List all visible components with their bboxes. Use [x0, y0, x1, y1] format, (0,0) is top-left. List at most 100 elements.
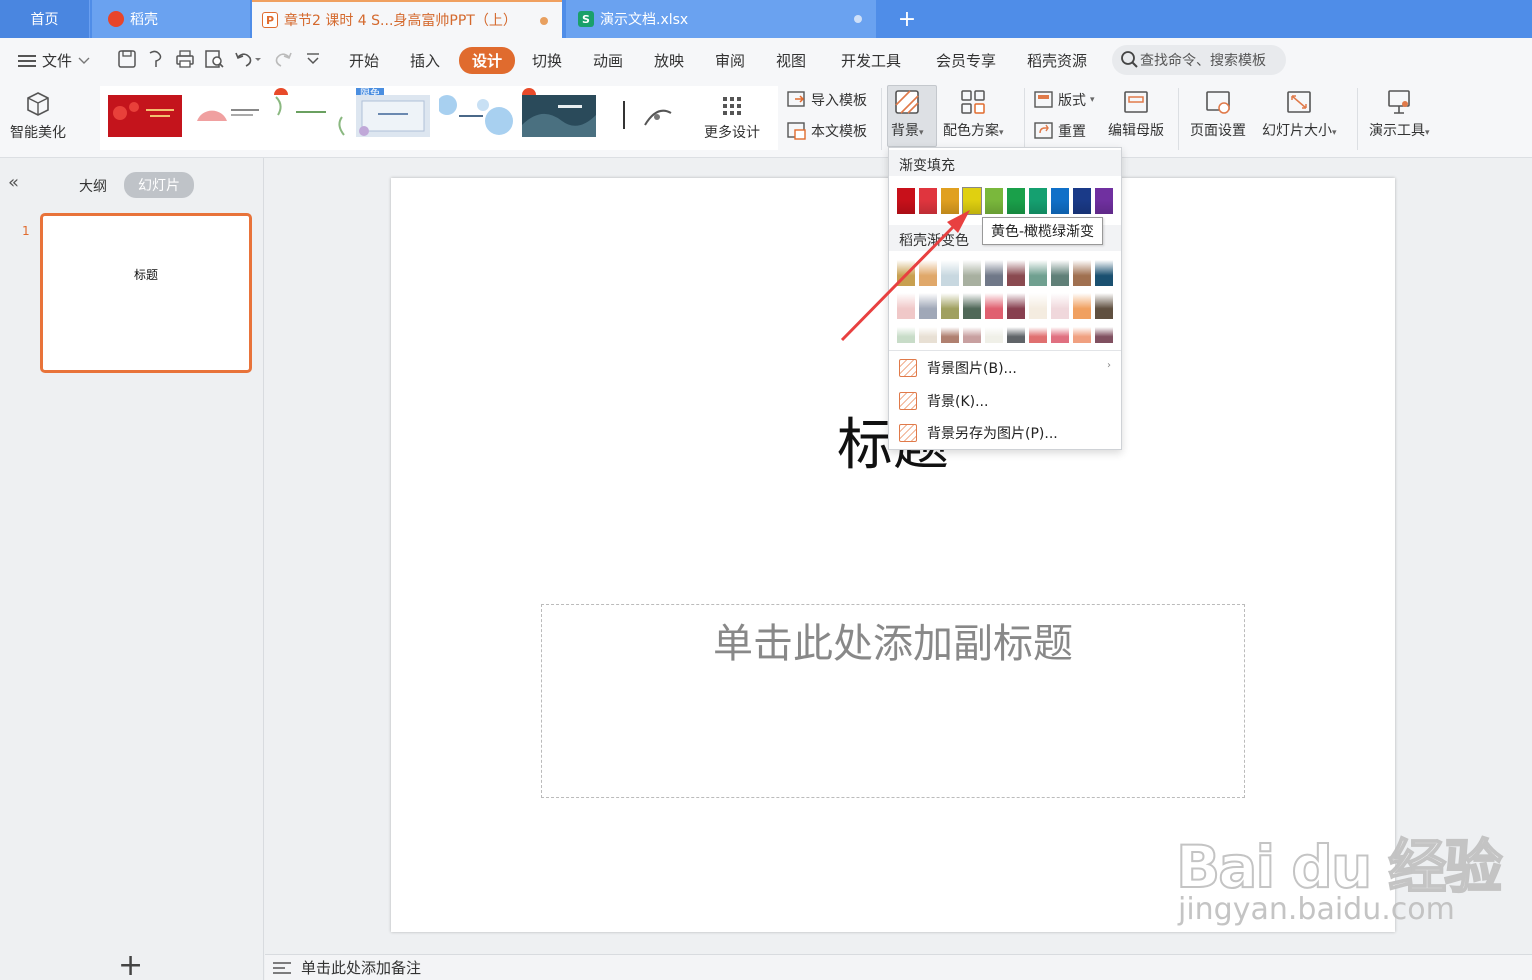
preset-gradient-swatch[interactable]: [1095, 293, 1113, 319]
save-icon[interactable]: [116, 49, 138, 69]
gradient-swatch[interactable]: [1051, 188, 1069, 214]
print-icon[interactable]: [174, 49, 196, 69]
preset-gradient-swatch[interactable]: [919, 327, 937, 343]
preset-gradient-swatch[interactable]: [1051, 260, 1069, 286]
preset-gradient-swatch[interactable]: [1029, 327, 1047, 343]
watermark-url: jingyan.baidu.com: [1178, 892, 1455, 927]
collapse-panel-icon[interactable]: «: [8, 172, 19, 193]
redo-icon[interactable]: [272, 49, 294, 69]
preset-gradient-swatch[interactable]: [1007, 293, 1025, 319]
menu-developer-tools[interactable]: 开发工具: [841, 50, 901, 71]
gradient-swatch[interactable]: [985, 188, 1003, 214]
undo-icon[interactable]: [233, 49, 263, 69]
template-thumb-7[interactable]: [605, 95, 679, 137]
customize-toolbar-icon[interactable]: [302, 49, 324, 69]
background-settings-item[interactable]: 背景(K)...: [899, 391, 988, 411]
import-template-button[interactable]: 导入模板: [787, 90, 867, 110]
presentation-tools-button[interactable]: 演示工具▾: [1369, 88, 1430, 140]
template-thumb-4[interactable]: [356, 95, 430, 137]
menu-transition[interactable]: 切换: [532, 50, 562, 71]
template-thumb-5[interactable]: [437, 95, 513, 137]
slide-thumbnail[interactable]: 标题: [40, 213, 252, 373]
menu-review[interactable]: 审阅: [715, 50, 745, 71]
add-slide-button[interactable]: +: [118, 951, 143, 980]
preset-gradient-swatch[interactable]: [985, 293, 1003, 319]
preset-gradient-swatch[interactable]: [1073, 260, 1091, 286]
preset-gradient-swatch[interactable]: [1095, 327, 1113, 343]
slides-tab[interactable]: 幻灯片: [124, 172, 194, 198]
subtitle-placeholder-box[interactable]: 单击此处添加副标题: [541, 604, 1245, 798]
edit-master-button[interactable]: 编辑母版: [1108, 88, 1164, 140]
preset-gradient-swatch[interactable]: [963, 293, 981, 319]
menu-member[interactable]: 会员专享: [936, 50, 996, 71]
slide-size-button[interactable]: 幻灯片大小▾: [1262, 88, 1337, 140]
format-painter-icon[interactable]: [145, 49, 167, 69]
leaf-frame-icon: [275, 96, 345, 136]
color-scheme-button[interactable]: 配色方案▾: [943, 88, 1004, 140]
template-thumb-6[interactable]: [522, 95, 596, 137]
menu-daoke-resources[interactable]: 稻壳资源: [1027, 50, 1087, 71]
preset-gradient-swatch[interactable]: [963, 260, 981, 286]
tab-daoke[interactable]: 稻壳: [92, 0, 250, 38]
this-template-button[interactable]: 本文模板: [787, 121, 867, 141]
new-tab-button[interactable]: +: [890, 0, 924, 38]
menu-start[interactable]: 开始: [349, 50, 379, 71]
preset-gradient-swatch[interactable]: [1007, 260, 1025, 286]
gradient-swatch[interactable]: [1073, 188, 1091, 214]
more-designs-button[interactable]: 更多设计: [704, 96, 760, 142]
tab-home[interactable]: 首页: [0, 0, 90, 38]
preset-gradient-swatch[interactable]: [919, 260, 937, 286]
template-thumb-2[interactable]: [191, 95, 265, 137]
tab-xlsx-document[interactable]: S 演示文档.xlsx: [566, 0, 876, 38]
preset-gradient-swatch[interactable]: [1029, 293, 1047, 319]
menu-animation[interactable]: 动画: [593, 50, 623, 71]
template-thumb-1[interactable]: [108, 95, 182, 137]
gradient-swatch[interactable]: [897, 188, 915, 214]
preset-gradient-swatch[interactable]: [985, 260, 1003, 286]
ribbon-divider: [1178, 88, 1179, 150]
slide-number: 1: [22, 224, 30, 238]
preset-gradient-swatch[interactable]: [963, 327, 981, 343]
preset-gradient-swatch[interactable]: [941, 293, 959, 319]
menu-slideshow[interactable]: 放映: [654, 50, 684, 71]
preset-gradient-swatch[interactable]: [1051, 327, 1069, 343]
layout-button[interactable]: 版式 ▾: [1034, 90, 1095, 110]
save-background-as-image-item[interactable]: 背景另存为图片(P)...: [899, 423, 1058, 443]
preset-gradient-swatch[interactable]: [919, 293, 937, 319]
gradient-swatch[interactable]: [962, 187, 982, 215]
preset-gradient-swatch[interactable]: [941, 327, 959, 343]
preset-gradient-swatch[interactable]: [897, 293, 915, 319]
smart-beautify-button[interactable]: 智能美化: [10, 90, 66, 142]
gradient-swatch[interactable]: [919, 188, 937, 214]
reset-button[interactable]: 重置: [1034, 121, 1086, 141]
preset-gradient-swatch[interactable]: [1073, 293, 1091, 319]
gradient-swatch[interactable]: [941, 188, 959, 214]
preset-gradient-swatch[interactable]: [1095, 260, 1113, 286]
gradient-swatch[interactable]: [1095, 188, 1113, 214]
preset-gradient-swatch[interactable]: [1073, 327, 1091, 343]
tab-daoke-label: 稻壳: [130, 12, 158, 28]
file-menu-button[interactable]: 文件: [18, 50, 90, 71]
tab-ppt-document[interactable]: P 章节2 课时 4 S...身高富帅PPT（上）: [252, 0, 562, 38]
preset-gradient-swatch[interactable]: [1029, 260, 1047, 286]
preset-gradient-swatch[interactable]: [897, 260, 915, 286]
menu-insert[interactable]: 插入: [410, 50, 440, 71]
preset-gradient-swatch[interactable]: [985, 327, 1003, 343]
preset-gradient-swatch[interactable]: [1051, 293, 1069, 319]
outline-tab[interactable]: 大纲: [79, 176, 107, 196]
background-image-item[interactable]: 背景图片(B)...: [899, 358, 1017, 378]
menu-design[interactable]: 设计: [459, 47, 516, 74]
gradient-swatch[interactable]: [1029, 188, 1047, 214]
background-button[interactable]: 背景▾: [891, 88, 924, 140]
menu-view[interactable]: 视图: [776, 50, 806, 71]
notes-bar[interactable]: 单击此处添加备注: [265, 954, 1532, 980]
preset-gradient-swatch[interactable]: [897, 327, 915, 343]
page-setup-button[interactable]: 页面设置: [1190, 88, 1246, 140]
floral-pattern-icon: [359, 100, 425, 136]
command-search-box[interactable]: 查找命令、搜索模板: [1112, 45, 1286, 75]
preset-gradient-swatch[interactable]: [941, 260, 959, 286]
gradient-swatch[interactable]: [1007, 188, 1025, 214]
print-preview-icon[interactable]: [203, 49, 225, 69]
template-thumb-3[interactable]: [274, 95, 348, 137]
preset-gradient-swatch[interactable]: [1007, 327, 1025, 343]
